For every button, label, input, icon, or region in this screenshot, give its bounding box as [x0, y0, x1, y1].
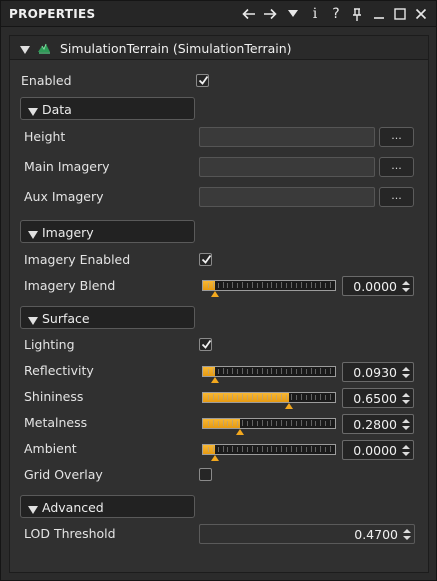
collapse-triangle-icon: [28, 105, 38, 119]
section-imagery-label: Imagery: [42, 225, 94, 240]
collapse-triangle-icon: [28, 503, 38, 517]
main-imagery-field[interactable]: [199, 157, 375, 177]
section-imagery-header[interactable]: Imagery: [20, 220, 195, 243]
dropdown-icon[interactable]: [284, 5, 302, 23]
reflectivity-label: Reflectivity: [24, 363, 94, 378]
imagery-enabled-label: Imagery Enabled: [24, 252, 131, 267]
metalness-slider[interactable]: [202, 418, 336, 435]
aux-imagery-browse-button[interactable]: ...: [379, 187, 414, 207]
main-imagery-browse-button[interactable]: ...: [379, 157, 414, 177]
imagery-blend-slider[interactable]: [202, 280, 336, 297]
slider-ticks: [208, 420, 331, 426]
spin-arrows-icon[interactable]: [402, 280, 410, 293]
spin-arrows-icon[interactable]: [403, 528, 411, 541]
slider-thumb[interactable]: [235, 429, 244, 435]
collapse-triangle-icon[interactable]: [20, 43, 30, 57]
lod-threshold-value: 0.4700: [354, 527, 398, 542]
info-icon[interactable]: i: [306, 5, 324, 23]
minimize-icon[interactable]: [370, 5, 388, 23]
slider-ticks: [208, 368, 331, 374]
aux-imagery-label: Aux Imagery: [24, 189, 104, 204]
component-container: SimulationTerrain (SimulationTerrain) En…: [9, 35, 429, 573]
imagery-blend-value: 0.0000: [353, 279, 397, 294]
slider-ticks: [208, 282, 331, 288]
metalness-spinbox[interactable]: 0.2800: [342, 414, 414, 434]
section-data-label: Data: [42, 102, 72, 117]
panel-titlebar: PROPERTIES i ?: [1, 1, 436, 27]
height-browse-button[interactable]: ...: [379, 127, 414, 147]
maximize-icon[interactable]: [391, 5, 409, 23]
main-imagery-label: Main Imagery: [24, 159, 110, 174]
section-advanced-header[interactable]: Advanced: [20, 495, 195, 518]
ambient-slider[interactable]: [202, 444, 336, 461]
reflectivity-slider[interactable]: [202, 366, 336, 383]
lod-threshold-spinbox[interactable]: 0.4700: [199, 524, 415, 544]
shininess-spinbox[interactable]: 0.6500: [342, 388, 414, 408]
collapse-triangle-icon: [28, 228, 38, 242]
section-data-header[interactable]: Data: [20, 97, 195, 120]
enabled-label: Enabled: [21, 73, 72, 88]
ambient-value: 0.0000: [353, 443, 397, 458]
slider-thumb[interactable]: [211, 377, 220, 383]
slider-thumb[interactable]: [211, 455, 219, 461]
metalness-label: Metalness: [24, 415, 88, 430]
collapse-triangle-icon: [28, 314, 38, 328]
close-icon[interactable]: [412, 5, 430, 23]
spin-arrows-icon[interactable]: [402, 444, 410, 457]
imagery-blend-spinbox[interactable]: 0.0000: [342, 276, 414, 296]
reflectivity-spinbox[interactable]: 0.0930: [342, 362, 414, 382]
lighting-label: Lighting: [24, 337, 75, 352]
pin-icon[interactable]: [348, 5, 366, 23]
ambient-label: Ambient: [24, 441, 77, 456]
spin-arrows-icon[interactable]: [402, 366, 410, 379]
component-title: SimulationTerrain (SimulationTerrain): [60, 41, 292, 56]
properties-panel: PROPERTIES i ? SimulationTerrain (Simula…: [0, 0, 437, 581]
slider-thumb[interactable]: [284, 403, 293, 409]
forward-arrow-icon[interactable]: [261, 5, 279, 23]
metalness-value: 0.2800: [353, 417, 397, 432]
height-label: Height: [24, 129, 66, 144]
grid-overlay-checkbox[interactable]: [199, 468, 212, 481]
ambient-spinbox[interactable]: 0.0000: [342, 440, 414, 460]
shininess-label: Shininess: [24, 389, 84, 404]
spin-arrows-icon[interactable]: [402, 418, 410, 431]
section-surface-header[interactable]: Surface: [20, 306, 195, 329]
shininess-value: 0.6500: [353, 391, 397, 406]
imagery-enabled-checkbox[interactable]: [199, 253, 212, 266]
section-surface-label: Surface: [42, 311, 90, 326]
enabled-checkbox[interactable]: [196, 74, 209, 87]
panel-title: PROPERTIES: [9, 7, 96, 21]
slider-ticks: [208, 446, 331, 452]
lod-threshold-label: LOD Threshold: [24, 526, 116, 541]
component-header[interactable]: SimulationTerrain (SimulationTerrain): [10, 36, 428, 60]
spin-arrows-icon[interactable]: [402, 392, 410, 405]
reflectivity-value: 0.0930: [353, 365, 397, 380]
aux-imagery-field[interactable]: [199, 187, 375, 207]
height-field[interactable]: [199, 127, 375, 147]
grid-overlay-label: Grid Overlay: [24, 467, 103, 482]
back-arrow-icon[interactable]: [240, 5, 258, 23]
section-advanced-label: Advanced: [42, 500, 104, 515]
slider-thumb[interactable]: [211, 291, 219, 297]
lighting-checkbox[interactable]: [199, 338, 212, 351]
imagery-blend-label: Imagery Blend: [24, 278, 116, 293]
help-icon[interactable]: ?: [327, 5, 345, 23]
shininess-slider[interactable]: [202, 392, 336, 409]
terrain-icon: [36, 40, 52, 59]
slider-ticks: [208, 394, 331, 400]
